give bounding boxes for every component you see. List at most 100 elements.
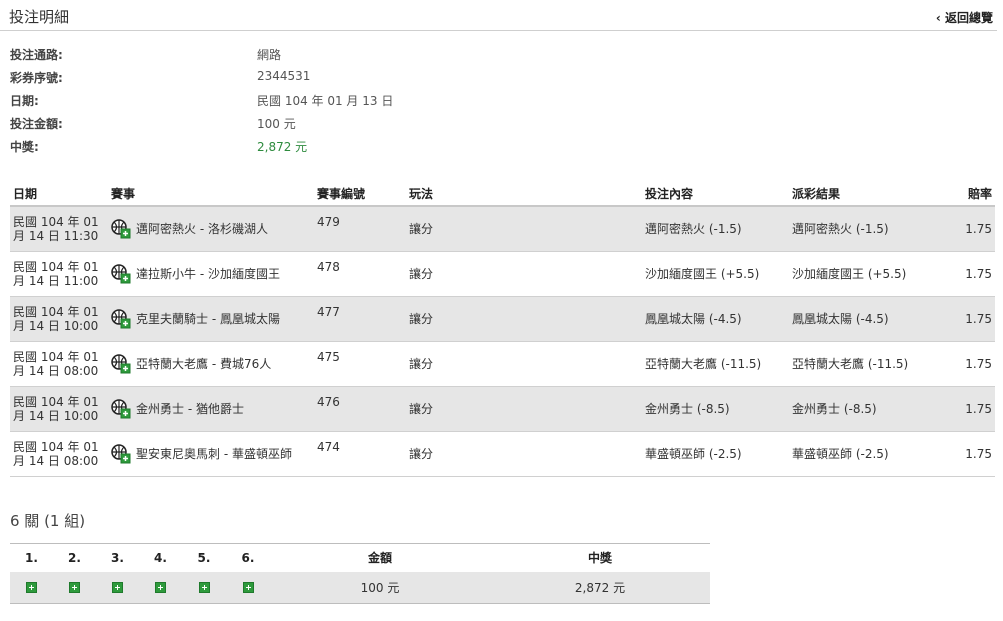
bet-play-type: 讓分 <box>406 206 642 252</box>
parlay-summary-table: 1. 2. 3. 4. 5. 6. 金額 中獎 100 元 2,872 元 <box>10 543 710 604</box>
page-title: 投注明細 <box>9 8 70 26</box>
bet-event-cell: 金州勇士 - 猶他爵士 <box>108 386 314 432</box>
plus-icon[interactable] <box>242 582 254 594</box>
bet-date-line2: 月 14 日 08:00 <box>13 453 99 468</box>
bet-pick: 鳳凰城太陽 (-4.5) <box>642 296 789 342</box>
bet-pick: 華盛頓巫師 (-2.5) <box>642 431 789 477</box>
plus-icon[interactable] <box>26 582 37 594</box>
parlay-leg-header-6: 6. <box>226 543 270 572</box>
bet-event: 金州勇士 - 猶他爵士 <box>111 398 311 419</box>
plus-icon[interactable] <box>155 582 166 594</box>
parlay-amount-header: 金額 <box>270 543 490 572</box>
back-to-overview-link[interactable]: ‹ 返回總覽 <box>936 9 993 26</box>
parlay-header-row: 1. 2. 3. 4. 5. 6. 金額 中獎 <box>10 543 710 572</box>
bet-play-type: 讓分 <box>406 431 642 477</box>
info-label: 中獎: <box>10 140 39 154</box>
info-row: 投注通路: 網路 <box>10 46 510 69</box>
bet-date-cell: 民國 104 年 01 月 14 日 10:00 <box>10 386 108 432</box>
bet-event-name: 聖安東尼奧馬刺 - 華盛頓巫師 <box>136 447 292 461</box>
bet-date-line1: 民國 104 年 01 <box>13 304 99 319</box>
table-row: 民國 104 年 01 月 14 日 10:00 克里夫蘭騎士 - 鳳凰城太陽 477… <box>10 296 995 342</box>
plus-icon[interactable] <box>112 582 123 594</box>
parlay-win-value: 2,872 元 <box>490 571 710 604</box>
bet-result: 亞特蘭大老鷹 (-11.5) <box>789 341 940 387</box>
bet-date-line1: 民國 104 年 01 <box>13 214 99 229</box>
bet-date-cell: 民國 104 年 01 月 14 日 08:00 <box>10 431 108 477</box>
bet-event: 邁阿密熱火 - 洛杉磯湖人 <box>111 219 311 239</box>
bet-event-cell: 亞特蘭大老鷹 - 費城76人 <box>108 341 314 387</box>
plus-icon[interactable] <box>69 582 80 594</box>
basketball-icon <box>111 398 131 419</box>
bet-event-number: 474 <box>314 431 406 477</box>
bet-event-cell: 聖安東尼奧馬刺 - 華盛頓巫師 <box>108 431 314 477</box>
parlay-leg-header-1: 1. <box>10 543 53 572</box>
parlay-leg-header-3: 3. <box>96 543 139 572</box>
bet-play-type: 讓分 <box>406 386 642 432</box>
bet-pick: 邁阿密熱火 (-1.5) <box>642 206 789 252</box>
bet-date-line1: 民國 104 年 01 <box>13 439 99 454</box>
parlay-leg-header-5: 5. <box>182 543 226 572</box>
bet-event-name: 金州勇士 - 猶他爵士 <box>136 402 244 416</box>
bet-result: 金州勇士 (-8.5) <box>789 386 940 432</box>
col-header-pick: 投注內容 <box>642 182 789 207</box>
bet-info: 投注通路: 網路彩券序號: 2344531 日期: 民國 104 年 01 月 13 日… <box>10 46 510 161</box>
parlay-leg-header-4: 4. <box>139 543 182 572</box>
basketball-icon <box>111 443 131 464</box>
bet-event-name: 克里夫蘭騎士 - 鳳凰城太陽 <box>136 312 280 326</box>
basketball-icon <box>111 263 131 284</box>
bet-event-number: 477 <box>314 296 406 342</box>
bet-event-number: 479 <box>314 206 406 252</box>
bet-result: 邁阿密熱火 (-1.5) <box>789 206 940 252</box>
info-label: 彩券序號: <box>10 71 63 85</box>
bet-play-type: 讓分 <box>406 251 642 297</box>
bet-date-line2: 月 14 日 08:00 <box>13 363 99 378</box>
parlay-leg-cell-2 <box>53 571 96 604</box>
info-row: 日期: 民國 104 年 01 月 13 日 <box>10 92 510 115</box>
parlay-leg-cell-6 <box>226 571 270 604</box>
bet-pick: 亞特蘭大老鷹 (-11.5) <box>642 341 789 387</box>
parlay-leg-cell-1 <box>10 571 53 604</box>
table-row: 民國 104 年 01 月 14 日 11:00 達拉斯小牛 - 沙加緬度國王 478… <box>10 251 995 297</box>
parlay-leg-cell-5 <box>182 571 226 604</box>
bet-event-number: 478 <box>314 251 406 297</box>
info-label: 日期: <box>10 94 39 108</box>
bet-play-type: 讓分 <box>406 296 642 342</box>
bet-odds: 1.75 <box>940 296 995 342</box>
table-row: 民國 104 年 01 月 14 日 11:30 邁阿密熱火 - 洛杉磯湖人 479 讓… <box>10 206 995 252</box>
bet-date-line2: 月 14 日 10:00 <box>13 408 99 423</box>
parlay-win-header: 中獎 <box>490 543 710 572</box>
info-value: 民國 104 年 01 月 13 日 <box>257 94 394 108</box>
bet-event-number: 476 <box>314 386 406 432</box>
bet-event-cell: 克里夫蘭騎士 - 鳳凰城太陽 <box>108 296 314 342</box>
bet-event-cell: 達拉斯小牛 - 沙加緬度國王 <box>108 251 314 297</box>
bet-result: 鳳凰城太陽 (-4.5) <box>789 296 940 342</box>
parlay-title: 6 關 (1 組) <box>10 512 86 530</box>
bet-date-line2: 月 14 日 11:30 <box>13 228 99 243</box>
bet-date-cell: 民國 104 年 01 月 14 日 08:00 <box>10 341 108 387</box>
parlay-data-row: 100 元 2,872 元 <box>10 571 710 604</box>
basketball-icon <box>111 353 131 374</box>
bet-date-cell: 民國 104 年 01 月 14 日 10:00 <box>10 296 108 342</box>
info-row: 投注金額: 100 元 <box>10 115 510 138</box>
bet-details-table: 日期 賽事 賽事編號 玩法 投注內容 派彩結果 賠率 民國 104 年 01 月 … <box>10 182 995 477</box>
bet-event-name: 亞特蘭大老鷹 - 費城76人 <box>136 357 272 371</box>
bet-event-cell: 邁阿密熱火 - 洛杉磯湖人 <box>108 206 314 252</box>
basketball-icon <box>111 308 131 329</box>
parlay-amount-value: 100 元 <box>270 571 490 604</box>
plus-icon[interactable] <box>198 582 210 594</box>
col-header-date: 日期 <box>10 182 108 207</box>
table-row: 民國 104 年 01 月 14 日 08:00 亞特蘭大老鷹 - 費城76人 475… <box>10 341 995 387</box>
bet-odds: 1.75 <box>940 431 995 477</box>
bet-event-number: 475 <box>314 341 406 387</box>
basketball-icon <box>111 219 131 239</box>
bet-pick: 沙加緬度國王 (+5.5) <box>642 251 789 297</box>
info-value: 2344531 <box>257 69 311 83</box>
info-value: 網路 <box>257 48 282 62</box>
bet-event: 亞特蘭大老鷹 - 費城76人 <box>111 353 311 374</box>
parlay-leg-header-2: 2. <box>53 543 96 572</box>
bet-odds: 1.75 <box>940 386 995 432</box>
info-row: 彩券序號: 2344531 <box>10 69 510 92</box>
bet-date-line1: 民國 104 年 01 <box>13 259 99 274</box>
bet-odds: 1.75 <box>940 341 995 387</box>
bet-date-cell: 民國 104 年 01 月 14 日 11:30 <box>10 206 108 252</box>
